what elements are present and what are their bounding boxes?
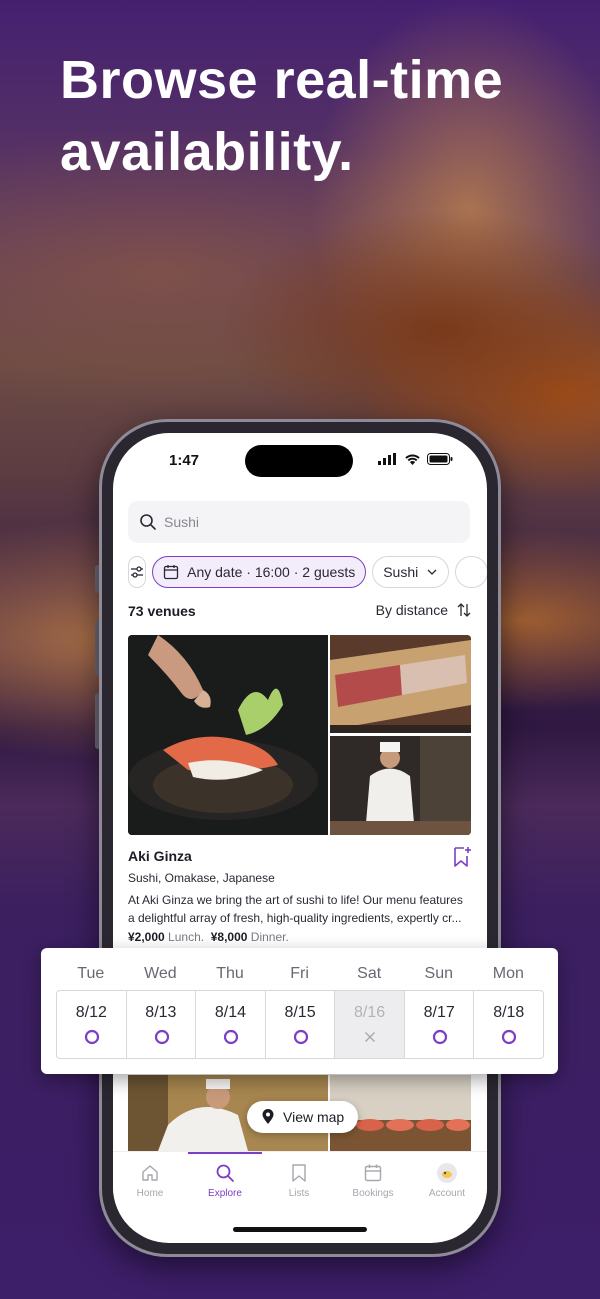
date-cell[interactable]: 8/13 xyxy=(127,991,197,1058)
tab-explore[interactable]: Explore xyxy=(188,1162,262,1199)
available-circle-icon xyxy=(502,1029,517,1045)
headline-line-2: availability. xyxy=(60,122,354,182)
dinner-price: ¥8,000 xyxy=(210,930,248,944)
tab-bar: Home Explore Lists Bookings Account xyxy=(113,1151,487,1222)
sushi-chef-image xyxy=(330,736,471,835)
tab-lists[interactable]: Lists xyxy=(262,1162,336,1199)
tab-home-label: Home xyxy=(136,1188,164,1199)
calendar-date-grid: 8/12 8/13 8/14 8/15 8/16 8/17 8/18 xyxy=(56,990,544,1059)
result-count: 73 venues xyxy=(128,603,196,619)
date-cell[interactable]: 8/14 xyxy=(196,991,266,1058)
search-bar[interactable]: Sushi xyxy=(128,501,470,543)
venue-description-line-1: At Aki Ginza we bring the art of sushi t… xyxy=(128,893,463,907)
tab-bookings[interactable]: Bookings xyxy=(336,1162,410,1199)
cuisine-filter-label: Sushi xyxy=(383,564,419,580)
date-label: 8/12 xyxy=(75,1004,107,1021)
avatar xyxy=(437,1163,457,1183)
available-circle-icon xyxy=(224,1029,239,1045)
filter-settings-button[interactable] xyxy=(128,556,147,588)
search-input-value[interactable]: Sushi xyxy=(164,514,199,530)
date-label: 8/14 xyxy=(214,1004,247,1021)
venue-name[interactable]: Aki Ginza xyxy=(128,848,192,864)
weekday-label: Fri xyxy=(290,965,309,982)
date-cell[interactable]: 8/15 xyxy=(266,991,336,1058)
headline-line-1: Browse real-time xyxy=(60,50,504,110)
availability-calendar: Tue Wed Thu Fri Sat Sun Mon 8/12 8/13 8/… xyxy=(41,948,558,1074)
sushi-counter-image xyxy=(330,635,471,733)
battery-icon xyxy=(427,453,453,465)
date-label: 8/13 xyxy=(145,1004,177,1021)
filter-bar: Any date · 16:00 · 2 guests Sushi xyxy=(128,556,487,588)
date-label: 8/15 xyxy=(284,1004,316,1021)
bookmark-button[interactable] xyxy=(452,846,472,873)
status-time: 1:47 xyxy=(169,452,200,469)
venue-photo-top-right[interactable] xyxy=(330,635,471,733)
available-circle-icon xyxy=(293,1029,308,1045)
phone-screen: 1:47 Sushi Any date · 16:00 · 2 guests S… xyxy=(113,433,487,1243)
tab-bookings-label: Bookings xyxy=(352,1188,394,1199)
calendar-icon xyxy=(163,565,179,580)
date-filter-label: Any date · 16:00 · 2 guests xyxy=(187,564,356,580)
weekday-label: Sat xyxy=(357,965,382,982)
tab-explore-label: Explore xyxy=(208,1188,242,1199)
calendar-weekdays: Tue Wed Thu Fri Sat Sun Mon xyxy=(56,965,543,983)
weekday-label: Tue xyxy=(77,965,105,982)
tab-lists-label: Lists xyxy=(288,1188,310,1199)
home-icon xyxy=(142,1165,158,1181)
date-cell[interactable]: 8/12 xyxy=(57,991,127,1058)
sort-button[interactable]: By distance xyxy=(376,602,472,618)
tab-home[interactable]: Home xyxy=(113,1162,187,1199)
sort-arrows-icon xyxy=(457,603,471,617)
lunch-label: Lunch. xyxy=(168,930,205,944)
calendar-icon xyxy=(364,1164,382,1182)
weekday-label: Thu xyxy=(216,965,244,982)
chevron-down-icon xyxy=(427,569,437,575)
map-pin-icon xyxy=(262,1109,274,1124)
cuisine-filter-chip[interactable]: Sushi xyxy=(372,556,450,588)
weekday-label: Mon xyxy=(492,965,524,982)
more-filter-chip[interactable] xyxy=(455,556,487,588)
signal-icon xyxy=(378,453,396,465)
date-label: 8/16 xyxy=(354,1004,386,1021)
date-label: 8/18 xyxy=(493,1004,525,1021)
available-circle-icon xyxy=(84,1029,100,1045)
status-icons xyxy=(378,453,453,465)
home-indicator xyxy=(233,1227,367,1232)
weekday-label: Sun xyxy=(424,965,453,982)
sliders-icon xyxy=(131,566,144,578)
venue-tags: Sushi, Omakase, Japanese xyxy=(128,871,275,885)
view-map-button[interactable]: View map xyxy=(247,1101,359,1133)
weekday-label: Wed xyxy=(144,965,177,982)
venue-description-line-2: a delightful array of fresh, high-qualit… xyxy=(128,911,462,925)
available-circle-icon xyxy=(432,1029,447,1045)
lunch-price: ¥2,000 xyxy=(128,930,165,944)
headline: Browse real-time availability. xyxy=(60,44,580,188)
dinner-label: Dinner. xyxy=(250,930,289,944)
date-cell[interactable]: 8/17 xyxy=(405,991,475,1058)
date-label: 8/17 xyxy=(423,1004,455,1021)
bookmark-plus-icon xyxy=(454,847,471,867)
venue-description: At Aki Ginza we bring the art of sushi t… xyxy=(128,891,473,927)
search-icon xyxy=(216,1164,234,1182)
view-map-label: View map xyxy=(283,1109,345,1125)
venue-photo-main[interactable] xyxy=(128,635,328,835)
date-cell-unavailable: 8/16 xyxy=(335,991,405,1058)
bookmark-icon xyxy=(292,1164,306,1182)
venue-prices: ¥2,000 Lunch. ¥8,000 Dinner. xyxy=(128,930,289,944)
sushi-plating-image xyxy=(128,635,328,835)
tab-account[interactable]: Account xyxy=(410,1162,484,1199)
date-guests-filter-chip[interactable]: Any date · 16:00 · 2 guests xyxy=(152,556,367,588)
tab-account-label: Account xyxy=(428,1188,466,1199)
dynamic-island xyxy=(245,445,353,477)
available-circle-icon xyxy=(154,1029,169,1045)
date-cell[interactable]: 8/18 xyxy=(474,991,543,1058)
active-tab-indicator xyxy=(188,1152,262,1154)
search-icon xyxy=(140,514,156,530)
venue-photo-bottom-right[interactable] xyxy=(330,736,471,835)
unavailable-x-icon xyxy=(365,1032,376,1042)
wifi-icon xyxy=(405,454,420,465)
sort-label: By distance xyxy=(375,602,448,618)
